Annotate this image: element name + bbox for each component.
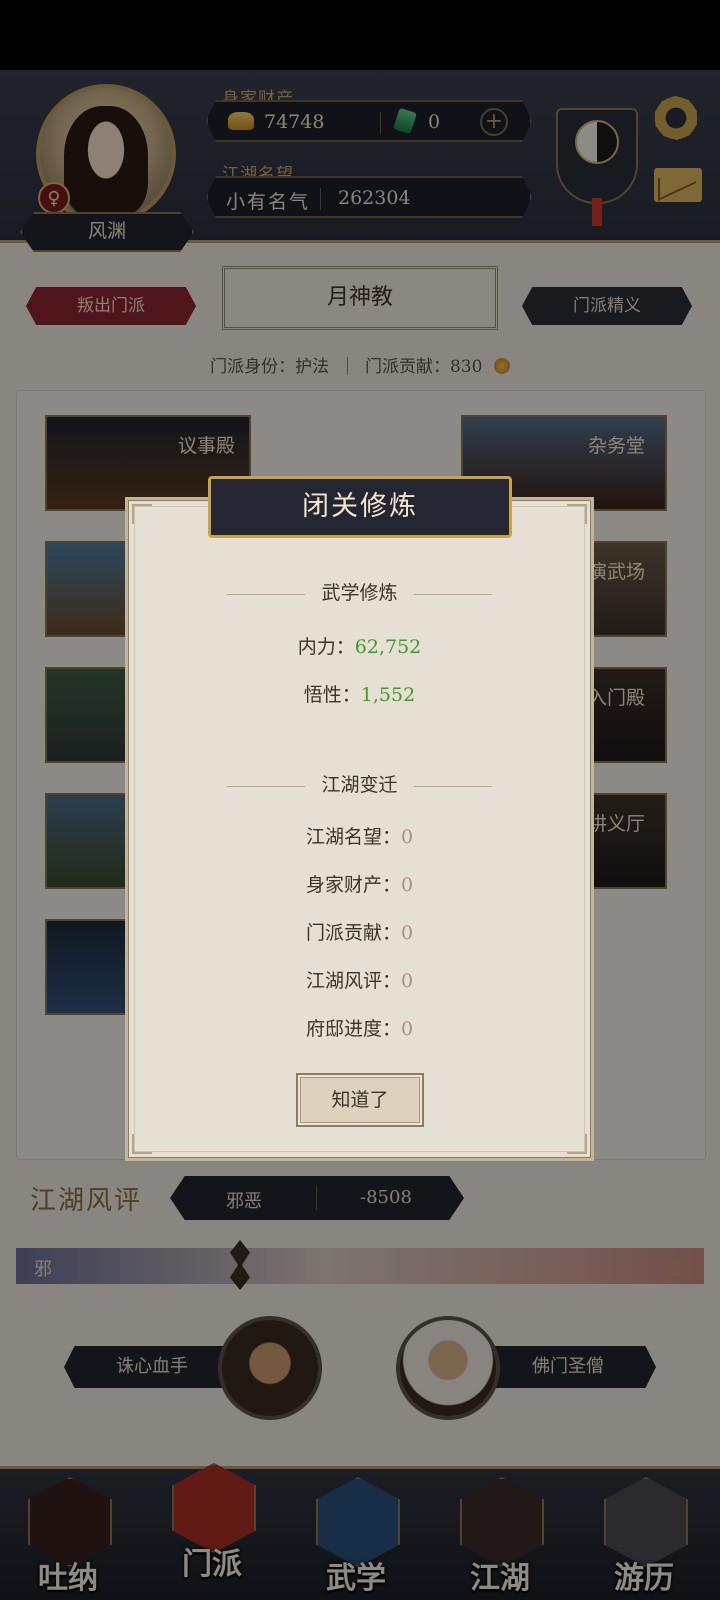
stat-row: 府邸进度：0 xyxy=(125,1014,594,1041)
stat-value: 1,552 xyxy=(360,684,416,706)
divider xyxy=(227,785,306,787)
stat-value: 0 xyxy=(400,970,414,992)
confirm-button[interactable]: 知道了 xyxy=(296,1073,424,1127)
section-title: 江湖变迁 xyxy=(321,774,398,796)
section-heading-cultivation: 武学修炼 xyxy=(125,578,594,605)
stat-row: 身家财产：0 xyxy=(125,870,594,897)
stat-value: 0 xyxy=(400,1018,414,1040)
stat-value: 0 xyxy=(400,874,414,896)
section-heading-jianghu: 江湖变迁 xyxy=(125,770,594,797)
stat-row: 门派贡献：0 xyxy=(125,918,594,945)
stat-label: 悟性： xyxy=(303,684,361,706)
divider xyxy=(413,785,492,787)
stat-label: 江湖风评： xyxy=(305,970,401,992)
section-title: 武学修炼 xyxy=(321,582,398,604)
stat-label: 身家财产： xyxy=(305,874,401,896)
stat-value: 0 xyxy=(400,826,414,848)
stat-value: 0 xyxy=(400,922,414,944)
divider xyxy=(413,593,492,595)
modal-title: 闭关修炼 xyxy=(208,476,512,538)
corner-ornament xyxy=(567,504,587,524)
stat-label: 府邸进度： xyxy=(305,1018,401,1040)
corner-ornament xyxy=(132,1134,152,1154)
stat-row: 内力：62,752 xyxy=(125,632,594,659)
stat-label: 内力： xyxy=(297,636,355,658)
stat-label: 门派贡献： xyxy=(305,922,401,944)
corner-ornament xyxy=(567,1134,587,1154)
stat-value: 62,752 xyxy=(354,636,422,658)
stat-row: 江湖名望：0 xyxy=(125,822,594,849)
stat-row: 悟性：1,552 xyxy=(125,680,594,707)
corner-ornament xyxy=(132,504,152,524)
divider xyxy=(227,593,306,595)
stat-row: 江湖风评：0 xyxy=(125,966,594,993)
stat-label: 江湖名望： xyxy=(305,826,401,848)
